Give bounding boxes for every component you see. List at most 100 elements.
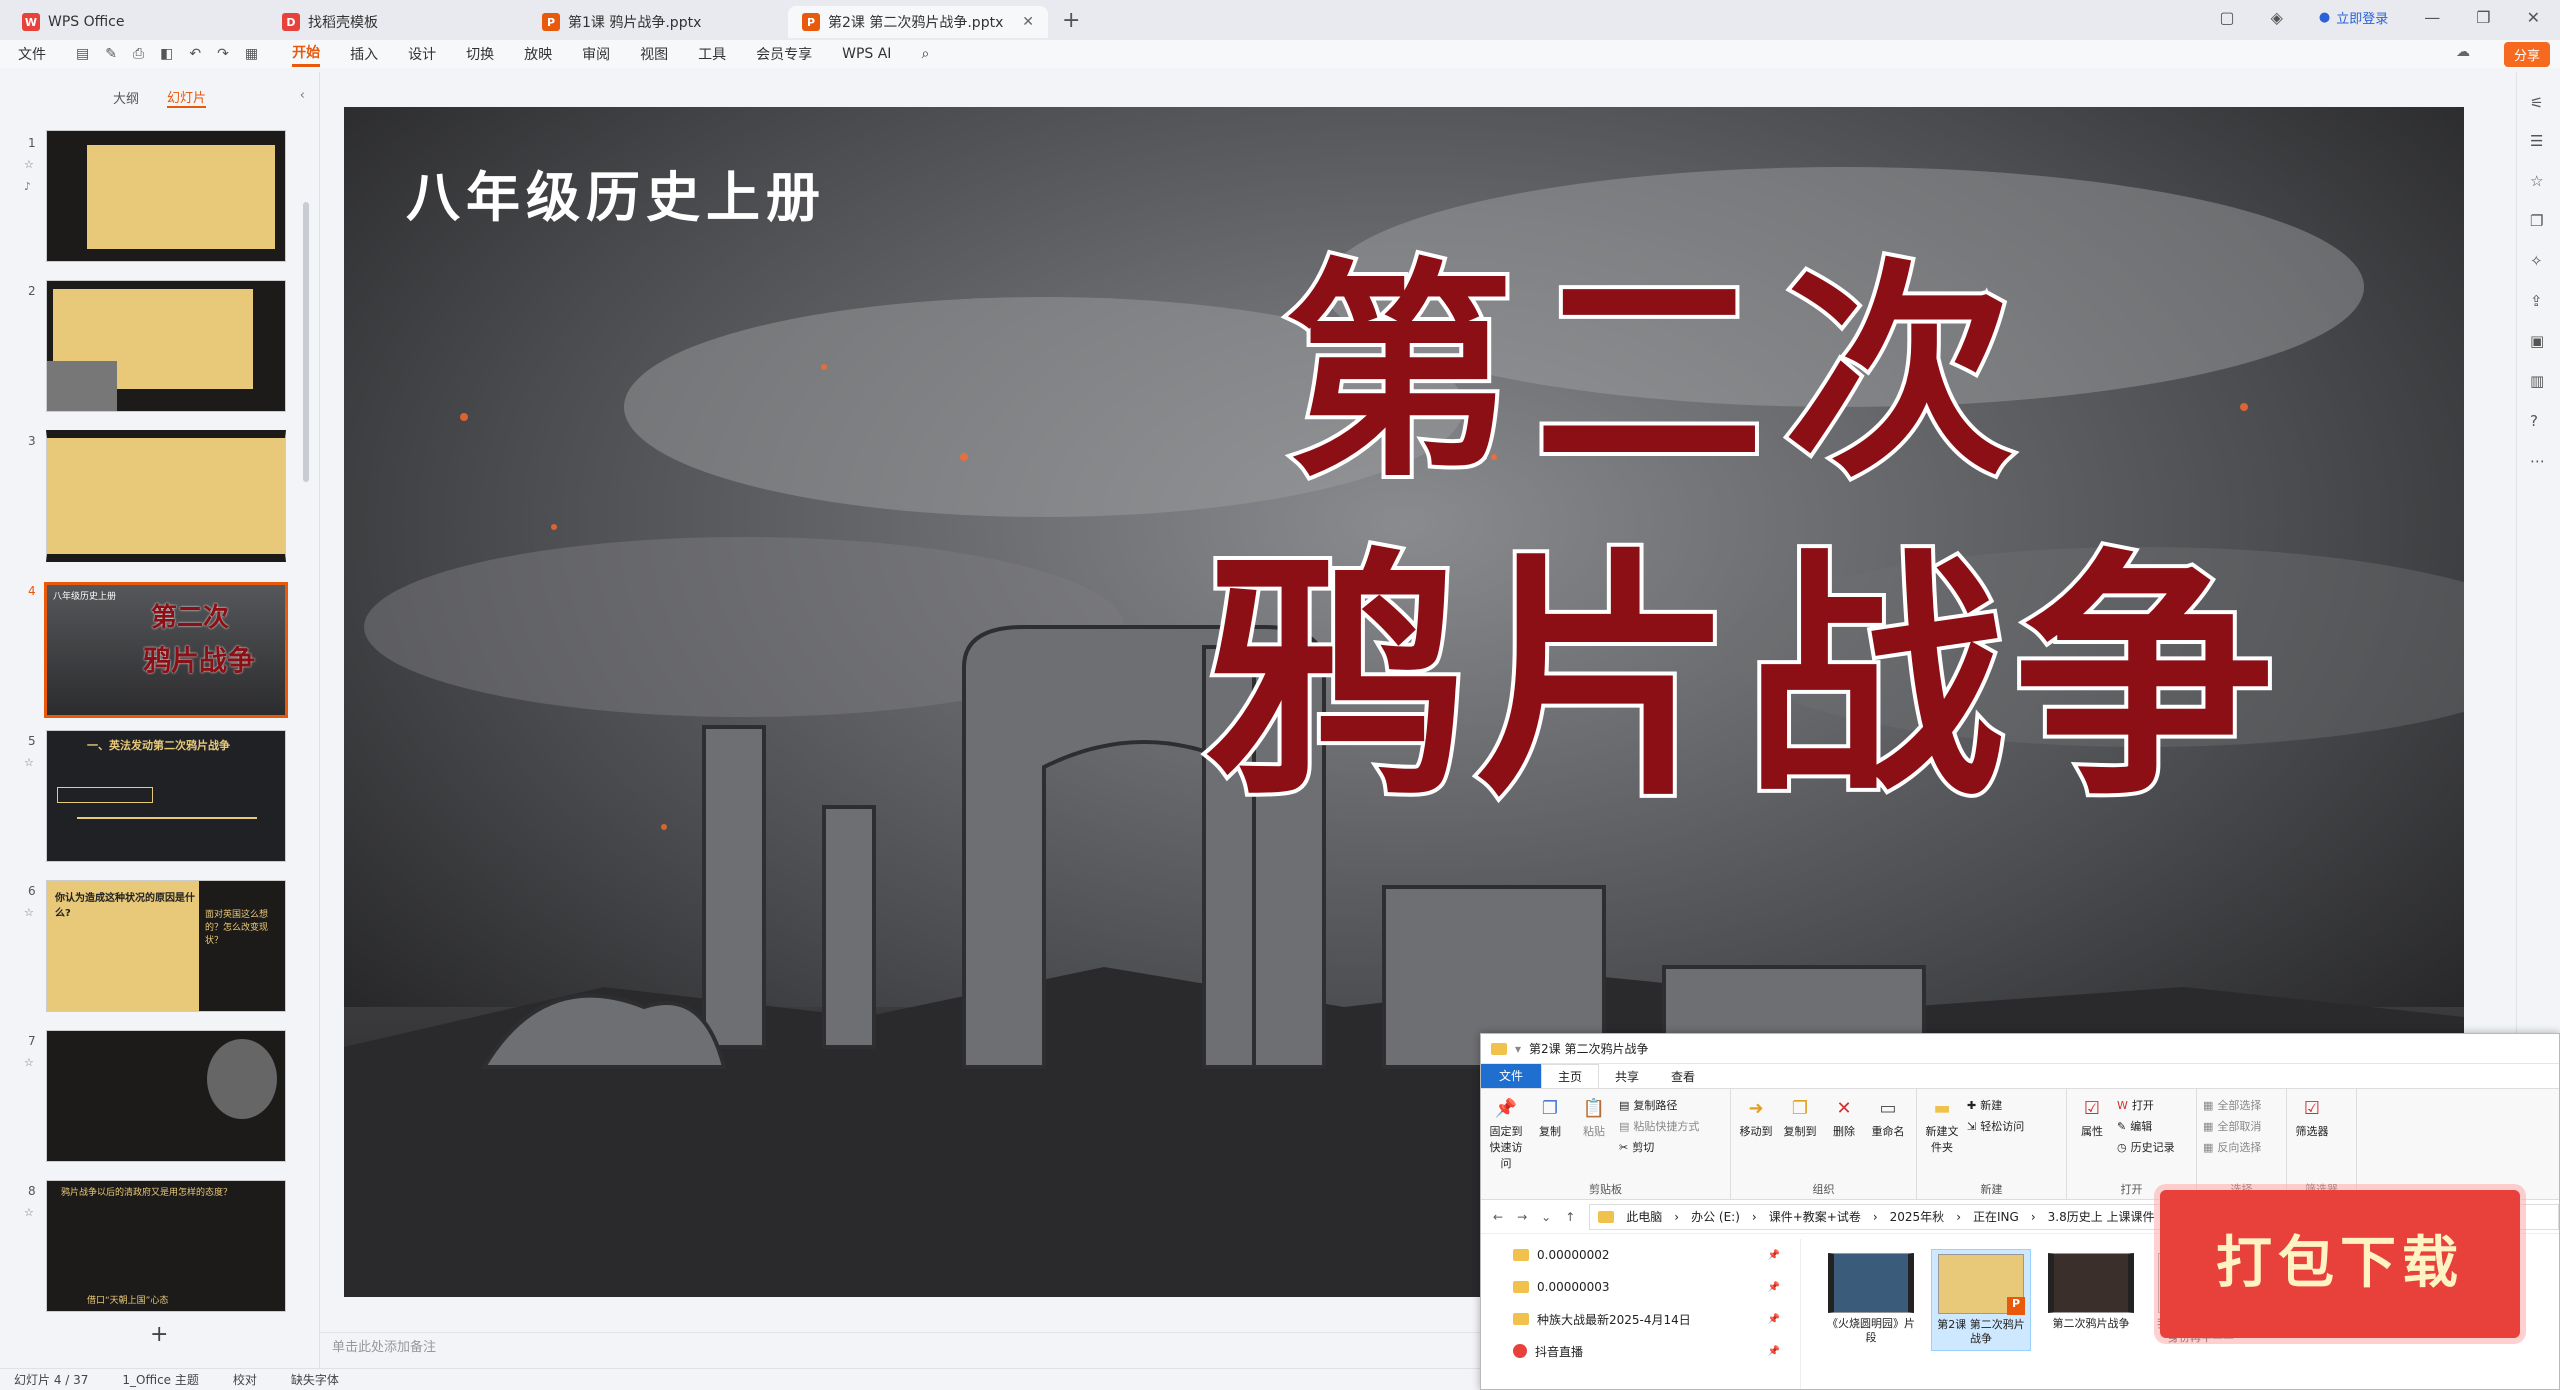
up-icon[interactable]: ↑	[1565, 1210, 1575, 1224]
star-icon[interactable]: ☆	[2530, 172, 2543, 190]
tab-outline[interactable]: 大纲	[113, 88, 139, 107]
menu-start[interactable]: 开始	[292, 42, 321, 67]
file-item[interactable]: 第二次鸦片战争	[2041, 1249, 2141, 1351]
rename-icon: ▭	[1879, 1097, 1897, 1119]
tab-lesson1[interactable]: P 第1课 鸦片战争.pptx	[528, 6, 788, 38]
slide-thumbnail-5[interactable]: 一、英法发动第二次鸦片战争	[46, 730, 286, 862]
minimize-icon[interactable]: —	[2424, 8, 2440, 27]
format-icon[interactable]: ▦	[245, 46, 258, 62]
more-icon[interactable]: ⋯	[2530, 452, 2545, 470]
sliders-icon[interactable]: ☰	[2530, 132, 2543, 150]
back-icon[interactable]: ←	[1493, 1210, 1503, 1224]
tab-slides[interactable]: 幻灯片	[167, 87, 207, 108]
slide-main-title-2[interactable]: 鸦片战争	[1200, 467, 2284, 844]
copy-path-button[interactable]: ▤ 复制路径	[1619, 1097, 1699, 1113]
explorer-tab-share[interactable]: 共享	[1599, 1068, 1655, 1085]
star-icon[interactable]: ☆	[24, 756, 34, 769]
select-none-button[interactable]: ▦ 全部取消	[2203, 1118, 2261, 1134]
open-button[interactable]: W 打开	[2117, 1097, 2175, 1113]
tab-docer[interactable]: D 找稻壳模板	[268, 6, 528, 38]
new-tab-icon[interactable]: +	[1062, 8, 1080, 33]
file-item[interactable]: P 第2课 第二次鸦片战争	[1931, 1249, 2031, 1351]
file-menu[interactable]: 文件	[18, 44, 46, 64]
menu-insert[interactable]: 插入	[350, 44, 378, 64]
select-all-button[interactable]: ▦ 全部选择	[2203, 1097, 2261, 1113]
download-badge[interactable]: 打包下载	[2160, 1190, 2520, 1338]
star-icon[interactable]: ☆	[24, 1206, 34, 1219]
restore-icon[interactable]: ❐	[2476, 8, 2490, 27]
slide-thumbnail-6[interactable]: 你认为造成这种状况的原因是什么? 面对英国这么想的？怎么改变现状？	[46, 880, 286, 1012]
cube-icon[interactable]: ◈	[2271, 8, 2283, 27]
tab-lesson2[interactable]: P 第2课 第二次鸦片战争.pptx ✕	[788, 6, 1048, 38]
history-button[interactable]: ◷ 历史记录	[2117, 1139, 2175, 1155]
slide-thumbnail-2[interactable]	[46, 280, 286, 412]
menu-vip[interactable]: 会员专享	[756, 44, 812, 64]
recent-icon[interactable]: ⌄	[1541, 1210, 1551, 1224]
quick-access-toolbar-icon[interactable]: ▾	[1515, 1042, 1521, 1056]
add-slide-button[interactable]: +	[150, 1322, 168, 1347]
pin-icon: 📌	[1494, 1097, 1518, 1119]
undo-icon[interactable]: ↶	[189, 46, 201, 62]
easy-access-button[interactable]: ⇲ 轻松访问	[1967, 1118, 2024, 1134]
share-icon[interactable]: ⇪	[2530, 292, 2543, 310]
scrollbar[interactable]	[303, 202, 309, 482]
collapse-icon[interactable]: ‹	[300, 88, 305, 103]
brush-icon[interactable]: ✎	[105, 46, 117, 62]
explorer-tab-home[interactable]: 主页	[1541, 1064, 1600, 1088]
navigation-pane: 0.00000002 📌 0.00000003 📌 种族大战最新2025-4月14日…	[1481, 1239, 1801, 1389]
select-all-icon: ▦	[2203, 1098, 2214, 1112]
tab-wps-office[interactable]: W WPS Office	[8, 6, 268, 38]
forward-icon[interactable]: →	[1517, 1210, 1527, 1224]
preview-icon[interactable]: ◧	[160, 46, 173, 62]
menu-view[interactable]: 视图	[640, 44, 668, 64]
explorer-tab-view[interactable]: 查看	[1655, 1068, 1711, 1085]
menu-transition[interactable]: 切换	[466, 44, 494, 64]
slide-thumbnail-4[interactable]: 八年级历史上册 第二次 鸦片战争	[44, 582, 288, 718]
layout-icon[interactable]: ▢	[2219, 8, 2234, 27]
star-icon[interactable]: ☆	[24, 1056, 34, 1069]
invert-icon: ▦	[2203, 1140, 2214, 1154]
save-icon[interactable]: ▤	[76, 46, 89, 62]
nav-item[interactable]: 0.00000003 📌	[1481, 1271, 1800, 1303]
nav-item[interactable]: 抖音直播 📌	[1481, 1335, 1800, 1367]
login-button[interactable]: ● 立即登录	[2319, 8, 2388, 27]
search-icon[interactable]: ⌕	[921, 46, 929, 62]
menu-wps-ai[interactable]: WPS AI	[842, 46, 891, 62]
menu-design[interactable]: 设计	[408, 44, 436, 64]
missing-fonts-button[interactable]: 缺失字体	[291, 1371, 339, 1388]
help-icon[interactable]: ?	[2530, 412, 2538, 430]
slide-thumbnail-7[interactable]	[46, 1030, 286, 1162]
slide-thumbnail-3[interactable]	[46, 430, 286, 562]
print-icon[interactable]: ⎙	[133, 46, 144, 62]
theme-name[interactable]: 1_Office 主题	[122, 1371, 198, 1388]
explorer-tab-file[interactable]: 文件	[1481, 1064, 1542, 1088]
copy-icon[interactable]: ❐	[2530, 212, 2543, 230]
slide-panel: 大纲 幻灯片 ‹ 1 ☆ ♪ 2 3 4 八年级历史上册 第二次 鸦片战争 5 …	[0, 72, 320, 1368]
close-window-icon[interactable]: ✕	[2527, 8, 2540, 27]
close-icon[interactable]: ✕	[1022, 14, 1034, 30]
nav-item[interactable]: 种族大战最新2025-4月14日 📌	[1481, 1303, 1800, 1335]
cut-button[interactable]: ✂ 剪切	[1619, 1139, 1699, 1155]
menu-tools[interactable]: 工具	[698, 44, 726, 64]
edit-button[interactable]: ✎ 编辑	[2117, 1118, 2175, 1134]
slide-top-title[interactable]: 八年级历史上册	[406, 153, 826, 232]
menu-slideshow[interactable]: 放映	[524, 44, 552, 64]
share-button[interactable]: 分享	[2503, 42, 2550, 67]
star-icon[interactable]: ☆	[24, 906, 34, 919]
star-icon[interactable]: ☆	[24, 158, 34, 171]
magic-icon[interactable]: ✧	[2530, 252, 2543, 270]
slide-thumbnail-1[interactable]	[46, 130, 286, 262]
paste-shortcut-button[interactable]: ▤ 粘贴快捷方式	[1619, 1118, 1699, 1134]
proofread-button[interactable]: 校对	[233, 1371, 257, 1388]
layout-icon[interactable]: ▥	[2530, 372, 2544, 390]
adjust-icon[interactable]: ⚟	[2530, 94, 2543, 112]
slide-thumbnail-8[interactable]: 鸦片战争以后的清政府又是用怎样的态度？ 借口“天朝上国”心态	[46, 1180, 286, 1312]
menu-review[interactable]: 审阅	[582, 44, 610, 64]
cloud-icon[interactable]: ☁	[2456, 44, 2470, 60]
nav-item[interactable]: 0.00000002 📌	[1481, 1239, 1800, 1271]
image-icon[interactable]: ▣	[2530, 332, 2544, 350]
new-item-button[interactable]: ✚ 新建	[1967, 1097, 2024, 1113]
file-item[interactable]: 《火烧圆明园》片段	[1821, 1249, 1921, 1351]
invert-selection-button[interactable]: ▦ 反向选择	[2203, 1139, 2261, 1155]
redo-icon[interactable]: ↷	[217, 46, 229, 62]
